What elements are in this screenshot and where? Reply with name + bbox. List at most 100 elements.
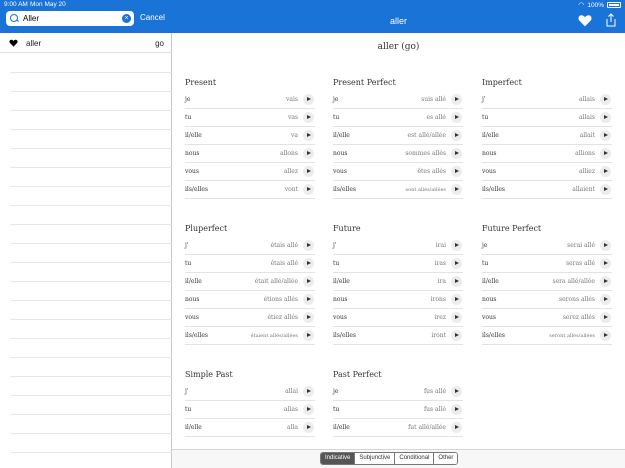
pronoun: vous (333, 314, 347, 321)
list-separator (10, 91, 172, 92)
verb-form: étaient allés/allées (250, 333, 298, 339)
play-audio-icon[interactable] (600, 330, 611, 341)
verb-form: iras (434, 260, 446, 267)
list-separator (10, 72, 172, 73)
play-audio-icon[interactable] (303, 312, 314, 323)
pronoun: vous (185, 314, 199, 321)
play-audio-icon[interactable] (451, 240, 462, 251)
play-audio-icon[interactable] (600, 184, 611, 195)
verb-form: es allé (426, 114, 446, 121)
list-separator (10, 186, 172, 187)
play-audio-icon[interactable] (303, 422, 314, 433)
play-audio-icon[interactable] (303, 258, 314, 269)
play-audio-icon[interactable] (451, 94, 462, 105)
clear-search-icon[interactable]: × (122, 14, 131, 23)
pronoun: je (333, 388, 339, 395)
status-time: 9:00 AM (4, 1, 28, 8)
verb-form: vas (287, 114, 298, 121)
play-audio-icon[interactable] (451, 184, 462, 195)
play-audio-icon[interactable] (303, 166, 314, 177)
search-box[interactable]: × (6, 11, 134, 26)
sidebar: × Cancel aller go (0, 0, 172, 468)
conjugation-row: ils/elles vont (185, 181, 315, 199)
play-audio-icon[interactable] (451, 258, 462, 269)
play-audio-icon[interactable] (600, 276, 611, 287)
list-separator (10, 338, 172, 339)
conjugation-row: vous alliez (482, 163, 612, 181)
play-audio-icon[interactable] (600, 112, 611, 123)
pronoun: nous (333, 296, 348, 303)
play-audio-icon[interactable] (451, 422, 462, 433)
pronoun: nous (333, 150, 348, 157)
play-audio-icon[interactable] (451, 294, 462, 305)
play-audio-icon[interactable] (303, 240, 314, 251)
play-audio-icon[interactable] (303, 112, 314, 123)
list-separator (10, 243, 172, 244)
conjugation-row: tu vas (185, 109, 315, 127)
play-audio-icon[interactable] (303, 404, 314, 415)
play-audio-icon[interactable] (303, 294, 314, 305)
play-audio-icon[interactable] (600, 94, 611, 105)
battery-percent: 100% (587, 1, 604, 9)
pronoun: il/elle (185, 132, 202, 139)
pronoun: je (185, 96, 191, 103)
segment-subjunctive[interactable]: Subjunctive (355, 453, 396, 464)
play-audio-icon[interactable] (451, 386, 462, 397)
play-audio-icon[interactable] (451, 166, 462, 177)
status-date: Mon May 20 (30, 1, 66, 8)
play-audio-icon[interactable] (600, 240, 611, 251)
search-input[interactable] (23, 14, 118, 23)
play-audio-icon[interactable] (303, 184, 314, 195)
pronoun: tu (333, 406, 340, 413)
play-audio-icon[interactable] (451, 112, 462, 123)
tense-block: Past Perfect je fus allé tu fus allé il/elle f… (333, 370, 463, 449)
verb-form: allas (283, 406, 298, 413)
play-audio-icon[interactable] (600, 130, 611, 141)
play-audio-icon[interactable] (600, 166, 611, 177)
play-audio-icon[interactable] (303, 148, 314, 159)
conjugation-row (185, 437, 315, 449)
pronoun: ils/elles (482, 186, 505, 193)
favorite-heart-icon[interactable] (578, 14, 592, 27)
conjugation-row: nous irons (333, 291, 463, 309)
play-audio-icon[interactable] (303, 330, 314, 341)
pronoun: j' (185, 242, 189, 249)
list-separator (10, 110, 172, 111)
cancel-button[interactable]: Cancel (140, 13, 165, 22)
play-audio-icon[interactable] (451, 148, 462, 159)
play-audio-icon[interactable] (451, 330, 462, 341)
play-audio-icon[interactable] (600, 258, 611, 269)
conjugation-row: il/elle est allé/allée (333, 127, 463, 145)
verb-form: sommes allés (405, 150, 446, 157)
pronoun: nous (185, 150, 200, 157)
play-audio-icon[interactable] (451, 130, 462, 141)
share-icon[interactable] (606, 13, 616, 27)
conjugation-row: tu seras allé (482, 255, 612, 273)
battery-icon (607, 2, 621, 8)
play-audio-icon[interactable] (600, 312, 611, 323)
verb-form: fus allé (423, 406, 446, 413)
segment-conditional[interactable]: Conditional (395, 453, 435, 464)
play-audio-icon[interactable] (303, 386, 314, 397)
play-audio-icon[interactable] (451, 312, 462, 323)
list-separator (10, 395, 172, 396)
verb-form: vais (286, 96, 298, 103)
verb-form: est allé/allée (407, 132, 446, 139)
play-audio-icon[interactable] (303, 94, 314, 105)
conjugation-row: nous étions allés (185, 291, 315, 309)
tense-name: Present (185, 78, 217, 87)
play-audio-icon[interactable] (600, 294, 611, 305)
tense-block: Simple Past j' allai tu allas il/elle alla (185, 370, 315, 449)
play-audio-icon[interactable] (303, 130, 314, 141)
play-audio-icon[interactable] (303, 276, 314, 287)
verb-form: seras allé (565, 260, 595, 267)
segment-indicative[interactable]: Indicative (321, 453, 356, 464)
result-translation: go (155, 39, 164, 48)
segment-other[interactable]: Other (434, 453, 458, 464)
play-audio-icon[interactable] (600, 148, 611, 159)
result-item[interactable]: aller go (0, 33, 172, 53)
verb-form: serons allés (558, 296, 595, 303)
play-audio-icon[interactable] (451, 404, 462, 415)
play-audio-icon[interactable] (451, 276, 462, 287)
conjugation-row: ils/elles allaient (482, 181, 612, 199)
